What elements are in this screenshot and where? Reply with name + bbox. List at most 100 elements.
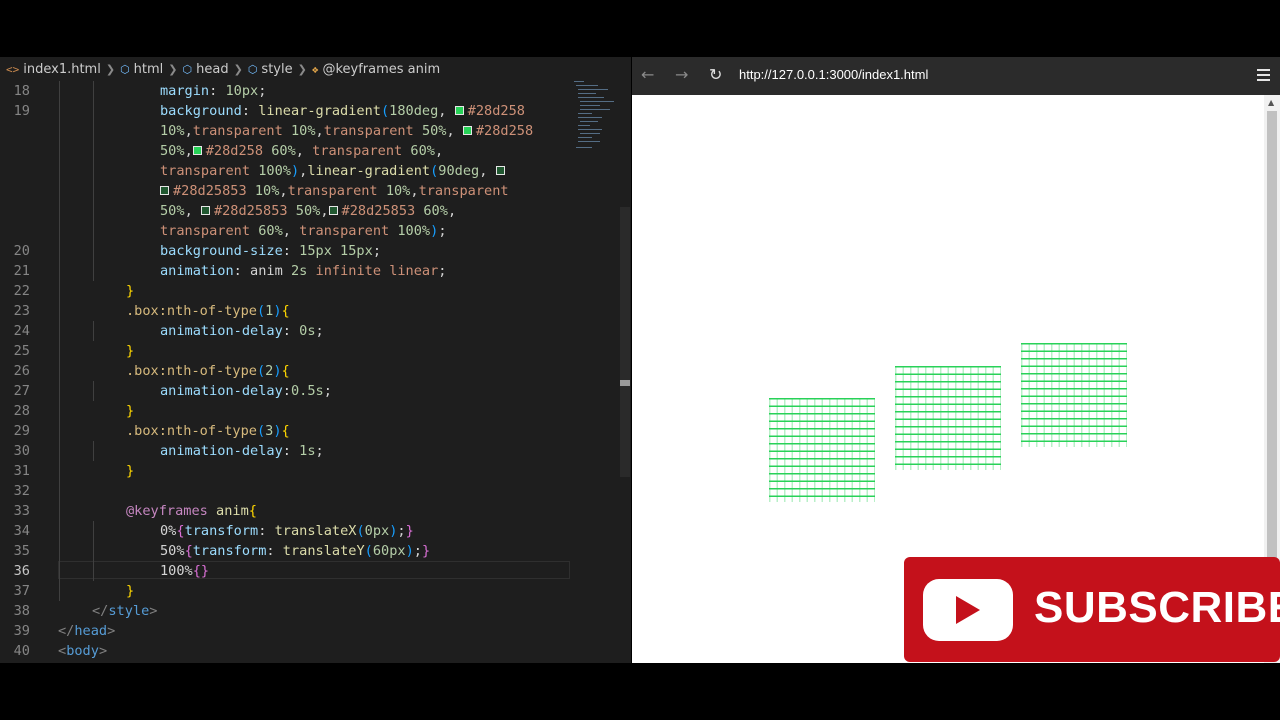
code-token: , xyxy=(282,223,300,239)
minimap[interactable] xyxy=(572,79,620,159)
back-arrow-icon[interactable]: ← xyxy=(641,65,654,84)
code-text: transparent 100%),linear-gradient(90deg, xyxy=(160,161,509,181)
code-line[interactable]: 19 background: linear-gradient(180deg, #2… xyxy=(0,101,631,121)
code-line[interactable]: 21 animation: anim 2s infinite linear; xyxy=(0,261,631,281)
code-line[interactable]: 31} xyxy=(0,461,631,481)
code-text: transparent 60%, transparent 100%); xyxy=(160,221,447,241)
code-token: 50% xyxy=(160,543,185,559)
code-token: , xyxy=(447,203,457,219)
scroll-up-icon[interactable]: ▲ xyxy=(1268,98,1274,107)
code-line[interactable]: 22} xyxy=(0,281,631,301)
code-text: @keyframes anim{ xyxy=(126,501,257,521)
code-line[interactable]: 32 xyxy=(0,481,631,501)
code-line[interactable]: 23 .box:nth-of-type(1){ xyxy=(0,301,631,321)
code-line[interactable]: transparent 60%, transparent 100%); xyxy=(0,221,631,241)
color-swatch-icon[interactable] xyxy=(495,166,505,175)
line-number: 28 xyxy=(13,403,30,419)
code-token: background-size xyxy=(160,243,283,259)
code-token: : xyxy=(266,543,283,559)
code-line[interactable]: 39 </head> xyxy=(0,621,631,641)
code-line[interactable]: 30 animation-delay: 1s; xyxy=(0,441,631,461)
code-token: : xyxy=(241,103,259,119)
code-line[interactable]: 40 <body> xyxy=(0,641,631,661)
code-text: animation-delay: 0s; xyxy=(160,321,324,341)
color-swatch-icon[interactable] xyxy=(454,106,464,115)
breadcrumb-html[interactable]: ⬡ html xyxy=(120,62,163,77)
code-token: } xyxy=(126,283,135,299)
hamburger-menu-icon[interactable] xyxy=(1257,69,1270,84)
chevron-right-icon: ❯ xyxy=(105,62,116,76)
code-line[interactable]: 50%, #28d25853 50%, #28d25853 60%, xyxy=(0,201,631,221)
code-line[interactable]: 38 </style> xyxy=(0,601,631,621)
code-line[interactable]: 26 .box:nth-of-type(2){ xyxy=(0,361,631,381)
code-token: , xyxy=(410,183,419,199)
code-text: background: linear-gradient(180deg, #28d… xyxy=(160,101,525,121)
code-line[interactable]: #28d25853 10%,transparent 10%,transparen… xyxy=(0,181,631,201)
code-token: transparent xyxy=(323,123,422,139)
code-token: animation xyxy=(160,263,234,279)
color-swatch-icon[interactable] xyxy=(328,206,338,215)
forward-arrow-icon[interactable]: → xyxy=(675,65,688,84)
code-token: : xyxy=(233,263,251,279)
code-token: linear-gradient xyxy=(307,163,431,179)
breadcrumb-style[interactable]: ⬡ style xyxy=(248,62,293,77)
color-swatch-icon[interactable] xyxy=(462,126,472,135)
code-line[interactable]: 36 100%{} xyxy=(0,561,631,581)
code-token: ; xyxy=(258,83,267,99)
code-line[interactable]: 28} xyxy=(0,401,631,421)
chevron-right-icon: ❯ xyxy=(297,62,307,76)
breadcrumb-file[interactable]: <> index1.html xyxy=(6,62,101,77)
code-token: > xyxy=(98,643,108,659)
code-token: , xyxy=(184,203,201,219)
breadcrumb-item-label: html xyxy=(133,61,164,77)
line-number: 38 xyxy=(13,603,30,619)
keyframes-icon: ❖ xyxy=(311,62,319,76)
code-token: #28d25853 xyxy=(341,203,424,219)
code-line[interactable]: 10%,transparent 10%,transparent 50%, #28… xyxy=(0,121,631,141)
code-token: ; xyxy=(315,443,324,459)
code-token: { xyxy=(281,363,290,379)
subscribe-button[interactable]: SUBSCRIBE xyxy=(904,557,1280,662)
code-token: {} xyxy=(192,563,210,579)
reload-icon[interactable]: ↻ xyxy=(709,65,722,84)
editor-scrollbar[interactable] xyxy=(620,207,630,477)
code-token: #28d258 xyxy=(475,123,534,139)
code-editor[interactable]: <> index1.html ❯ ⬡ html ❯ ⬡ head ❯ ⬡ sty… xyxy=(0,57,631,663)
code-text: } xyxy=(126,401,134,421)
color-swatch-icon[interactable] xyxy=(160,186,169,195)
code-line[interactable]: 29 .box:nth-of-type(3){ xyxy=(0,421,631,441)
code-token: 10% xyxy=(160,123,185,139)
address-bar[interactable]: http://127.0.0.1:3000/index1.html xyxy=(739,67,928,82)
code-text: animation: anim 2s infinite linear; xyxy=(160,261,446,281)
code-line[interactable]: 50%, #28d258 60%, transparent 60%, xyxy=(0,141,631,161)
line-number: 24 xyxy=(13,323,30,339)
chevron-right-icon: ❯ xyxy=(168,62,178,76)
code-line[interactable]: 33 @keyframes anim{ xyxy=(0,501,631,521)
code-line[interactable]: 35 50%{transform: translateY(60px);} xyxy=(0,541,631,561)
code-line[interactable]: transparent 100%),linear-gradient(90deg, xyxy=(0,161,631,181)
code-token: 60% xyxy=(258,223,283,239)
code-line[interactable]: 27 animation-delay:0.5s; xyxy=(0,381,631,401)
color-swatch-icon[interactable] xyxy=(192,146,202,155)
code-line[interactable]: 24 animation-delay: 0s; xyxy=(0,321,631,341)
breadcrumb-head[interactable]: ⬡ head xyxy=(183,62,229,77)
code-line[interactable]: 37} xyxy=(0,581,631,601)
code-token: ( xyxy=(256,363,266,379)
color-swatch-icon[interactable] xyxy=(200,206,210,215)
code-line[interactable]: 34 0%{transform: translateX(0px);} xyxy=(0,521,631,541)
code-token: 15px 15px xyxy=(299,243,373,259)
chevron-right-icon: ❯ xyxy=(233,62,243,76)
code-line[interactable]: 18 margin: 10px; xyxy=(0,81,631,101)
code-token: ( xyxy=(256,423,266,439)
code-text: <body> xyxy=(58,641,107,661)
code-text: 50%{transform: translateY(60px);} xyxy=(160,541,430,561)
code-text: 0%{transform: translateX(0px);} xyxy=(160,521,414,541)
code-token: 10px xyxy=(225,83,259,99)
code-token: ; xyxy=(315,323,324,339)
code-line[interactable]: 20 background-size: 15px 15px; xyxy=(0,241,631,261)
code-line[interactable]: 25} xyxy=(0,341,631,361)
code-token: } xyxy=(126,463,135,479)
code-token: animation-delay xyxy=(160,383,283,399)
breadcrumb-keyframes[interactable]: ❖ @keyframes anim xyxy=(312,62,440,77)
scrollbar-thumb[interactable] xyxy=(620,380,630,386)
